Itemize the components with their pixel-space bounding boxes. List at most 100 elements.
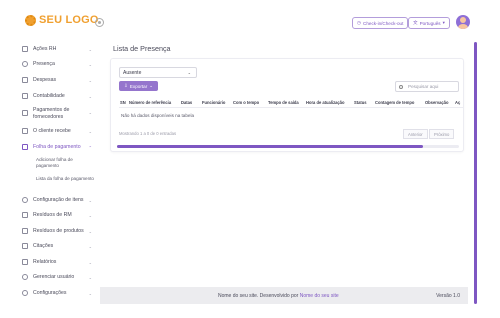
sidebar-subitem-adicionar-folha[interactable]: Adicionar folha de pagamento <box>36 157 94 169</box>
sidebar-subitem-lista-folha[interactable]: Lista da folha de pagamento <box>36 176 94 182</box>
box-icon <box>22 228 28 234</box>
sidebar-toggle-button[interactable] <box>95 18 104 27</box>
chevron-down-icon: ⌄ <box>88 290 92 296</box>
scrollbar-thumb[interactable] <box>117 145 423 148</box>
sidebar-item-contabilidade[interactable]: Contabilidade ⌄ <box>22 93 96 99</box>
sidebar-item-label: Resíduos de RM <box>33 212 72 218</box>
chevron-down-icon: ⌄ <box>88 93 92 99</box>
column-header[interactable]: Funcionário <box>202 100 225 105</box>
wallet-icon <box>22 77 28 83</box>
search-icon <box>399 85 403 89</box>
credit-card-icon <box>22 110 28 116</box>
user-icon <box>22 274 28 280</box>
chevron-down-icon: ⌄ <box>88 110 92 115</box>
column-header[interactable]: Observação <box>425 100 448 105</box>
logo-text: SEU LOGO <box>39 14 99 26</box>
sidebar-item-label: Gerenciar usuário <box>33 274 75 280</box>
table-horizontal-scrollbar[interactable] <box>117 145 459 148</box>
footer-copyright: Nome do seu site. Desenvolvido por <box>218 292 300 299</box>
footer-version: Versão 1.0 <box>436 292 460 299</box>
clock-icon: ◷ <box>357 20 362 25</box>
column-header[interactable]: Contagem de tempo <box>375 100 414 105</box>
user-avatar[interactable] <box>456 15 470 29</box>
page-scrollbar[interactable] <box>474 42 477 304</box>
column-header[interactable]: Aç <box>455 100 460 105</box>
receipt-icon <box>22 128 28 134</box>
sidebar-item-residuos-rm[interactable]: Resíduos de RM ⌄ <box>22 212 96 218</box>
search-input[interactable]: Pesquisar aqui <box>395 81 459 92</box>
sidebar-item-presenca[interactable]: Presença ⌄ <box>22 61 96 67</box>
status-filter-value: Ausente <box>123 69 142 76</box>
chevron-down-icon: ⌄ <box>88 228 92 234</box>
chevron-down-icon: ⌄ <box>88 77 92 83</box>
chevron-down-icon: ⌄ <box>88 212 92 218</box>
sidebar-item-label: Despesas <box>33 77 57 83</box>
sidebar-item-pagamentos-fornecedores[interactable]: Pagamentos de fornecedores ⌄ <box>22 107 96 120</box>
table-info: Mostrando 1 a 0 de 0 entradas <box>119 131 177 136</box>
sidebar-item-label: Ações RH <box>33 46 57 52</box>
search-placeholder: Pesquisar aqui <box>408 84 439 89</box>
next-page-button[interactable]: Próximo <box>429 129 455 139</box>
export-button[interactable]: ⇩ Exportar ⌄ <box>119 81 159 91</box>
sidebar-item-cliente-recebe[interactable]: O cliente recebe ⌄ <box>22 128 96 134</box>
sidebar-item-configuracao-itens[interactable]: Configuração de itens ⌄ <box>22 197 96 203</box>
sidebar-item-relatorios[interactable]: Relatórios ⌄ <box>22 259 96 265</box>
sidebar-item-citacoes[interactable]: Citações ⌄ <box>22 243 96 249</box>
export-label: Exportar <box>129 83 148 89</box>
sidebar-item-folha-pagamento[interactable]: Folha de pagamento ⌃ <box>22 144 96 150</box>
status-filter-select[interactable]: Ausente ⌄ <box>119 67 197 78</box>
sidebar-item-label: Citações <box>33 243 54 249</box>
previous-page-button[interactable]: Anterior <box>403 129 428 139</box>
folder-icon <box>22 259 28 265</box>
checkin-button[interactable]: ◷ Check-in/Check-out <box>352 17 409 29</box>
column-header[interactable]: Número de referência <box>129 100 171 105</box>
table-header: SN Número de referência Datas Funcionári… <box>119 99 463 108</box>
payroll-icon <box>22 144 28 150</box>
sidebar-item-label: Folha de pagamento <box>33 144 81 150</box>
gear-icon <box>22 197 28 203</box>
sidebar-item-label: Configuração de itens <box>33 197 84 203</box>
empty-table-message: Não há dados disponíveis na tabela <box>121 113 195 118</box>
footer: Nome do seu site. Desenvolvido por Nome … <box>100 287 468 304</box>
download-icon: ⇩ <box>124 83 128 88</box>
column-header[interactable]: Tempo de saída <box>268 100 299 105</box>
sidebar-item-label: O cliente recebe <box>33 128 71 134</box>
app-root: SEU LOGO ◷ Check-in/Check-out 文 Portuguê… <box>0 0 500 318</box>
language-select[interactable]: 文 Português ▾ <box>408 17 450 29</box>
top-header: SEU LOGO ◷ Check-in/Check-out 文 Portuguê… <box>0 0 474 38</box>
chevron-down-icon: ⌄ <box>88 46 92 52</box>
chevron-down-icon: ⌄ <box>88 61 92 67</box>
column-header[interactable]: SN <box>120 100 126 105</box>
sidebar-item-despesas[interactable]: Despesas ⌄ <box>22 77 96 83</box>
column-header[interactable]: Datas <box>181 100 192 105</box>
language-label: Português <box>419 20 441 26</box>
sidebar-item-acoes-rh[interactable]: Ações RH ⌄ <box>22 46 96 52</box>
sidebar-item-gerenciar-usuario[interactable]: Gerenciar usuário ⌄ <box>22 274 96 280</box>
sidebar-item-label: Configurações <box>33 290 67 296</box>
trash-icon <box>22 212 28 218</box>
sidebar-item-label: Resíduos de produtos <box>33 228 84 234</box>
settings-icon <box>22 290 28 296</box>
sidebar-item-residuos-produtos[interactable]: Resíduos de produtos ⌄ <box>22 228 96 234</box>
footer-text: Nome do seu site. Desenvolvido por Nome … <box>218 293 339 299</box>
column-header[interactable]: Hora de atualização <box>306 100 344 105</box>
sidebar-item-label: Pagamentos de fornecedores <box>33 107 70 120</box>
clipboard-icon <box>22 46 28 52</box>
logo[interactable]: SEU LOGO <box>25 14 99 26</box>
chevron-down-icon: ⌄ <box>88 274 92 280</box>
chevron-down-icon: ⌄ <box>88 259 92 265</box>
sidebar: Ações RH ⌄ Presença ⌄ Despesas ⌄ Contabi… <box>0 38 100 318</box>
sidebar-item-label: Contabilidade <box>33 93 65 99</box>
chevron-up-icon: ⌃ <box>88 144 92 150</box>
sidebar-item-configuracoes[interactable]: Configurações ⌄ <box>22 290 96 296</box>
column-header[interactable]: Com o tempo <box>233 100 259 105</box>
column-header[interactable]: Status <box>354 100 367 105</box>
sidebar-item-label: Relatórios <box>33 259 57 265</box>
page-title: Lista de Presença <box>113 44 171 53</box>
chevron-down-icon: ⌄ <box>149 83 154 88</box>
chevron-down-icon: ⌄ <box>88 243 92 249</box>
gear-logo-icon <box>25 14 36 26</box>
sidebar-item-label: Presença <box>33 61 55 67</box>
footer-site-link[interactable]: Nome do seu site <box>300 293 339 299</box>
chevron-down-icon: ⌄ <box>187 70 191 75</box>
